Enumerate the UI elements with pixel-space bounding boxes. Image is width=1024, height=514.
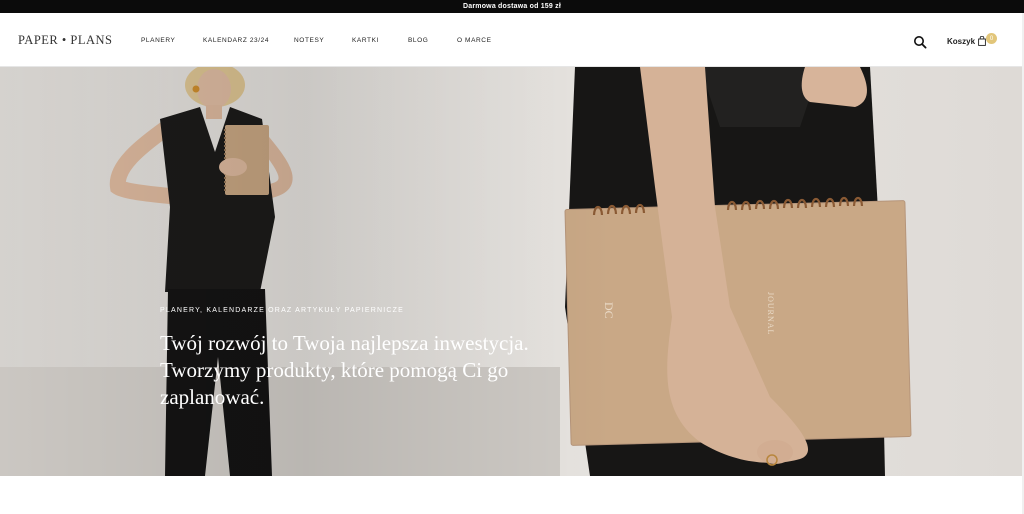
hero-heading: Twój rozwój to Twoja najlepsza inwestycj… xyxy=(160,331,529,409)
nav-item-kalendarz[interactable]: KALENDARZ 23/24 xyxy=(203,37,269,44)
nav-item-planery[interactable]: PLANERY xyxy=(141,37,175,44)
notebook-cover-text-dc: DC xyxy=(602,302,616,319)
nav-item-kartki[interactable]: KARTKI xyxy=(352,37,379,44)
hero-image: DC JOURNAL xyxy=(0,67,912,476)
cart-button[interactable]: Koszyk 0 xyxy=(947,33,998,48)
nav-item-notesy[interactable]: NOTESY xyxy=(294,37,324,44)
announcement-text: Darmowa dostawa od 159 zł xyxy=(463,3,561,10)
search-icon[interactable] xyxy=(913,35,927,49)
announcement-bar: Darmowa dostawa od 159 zł xyxy=(0,0,1024,13)
nav-item-o-marce[interactable]: O MARCE xyxy=(457,37,492,44)
shopping-bag-icon xyxy=(978,36,986,46)
hero-text-block: PLANERY, KALENDARZE ORAZ ARTYKUŁY PAPIER… xyxy=(160,307,580,411)
site-header: PAPER • PLANS PLANERY KALENDARZ 23/24 NO… xyxy=(0,13,1024,67)
brand-logo[interactable]: PAPER • PLANS xyxy=(18,33,112,48)
notebook-cover-text-journal: JOURNAL xyxy=(766,292,775,335)
nav-item-blog[interactable]: BLOG xyxy=(408,37,428,44)
hero-eyebrow: PLANERY, KALENDARZE ORAZ ARTYKUŁY PAPIER… xyxy=(160,307,404,314)
cart-label: Koszyk xyxy=(947,36,976,46)
content-area xyxy=(0,476,1024,514)
hero-banner[interactable]: DC JOURNAL PLANERY, KALENDARZE ORAZ ARTY… xyxy=(0,67,1022,476)
cart-count-badge: 0 xyxy=(986,33,998,44)
